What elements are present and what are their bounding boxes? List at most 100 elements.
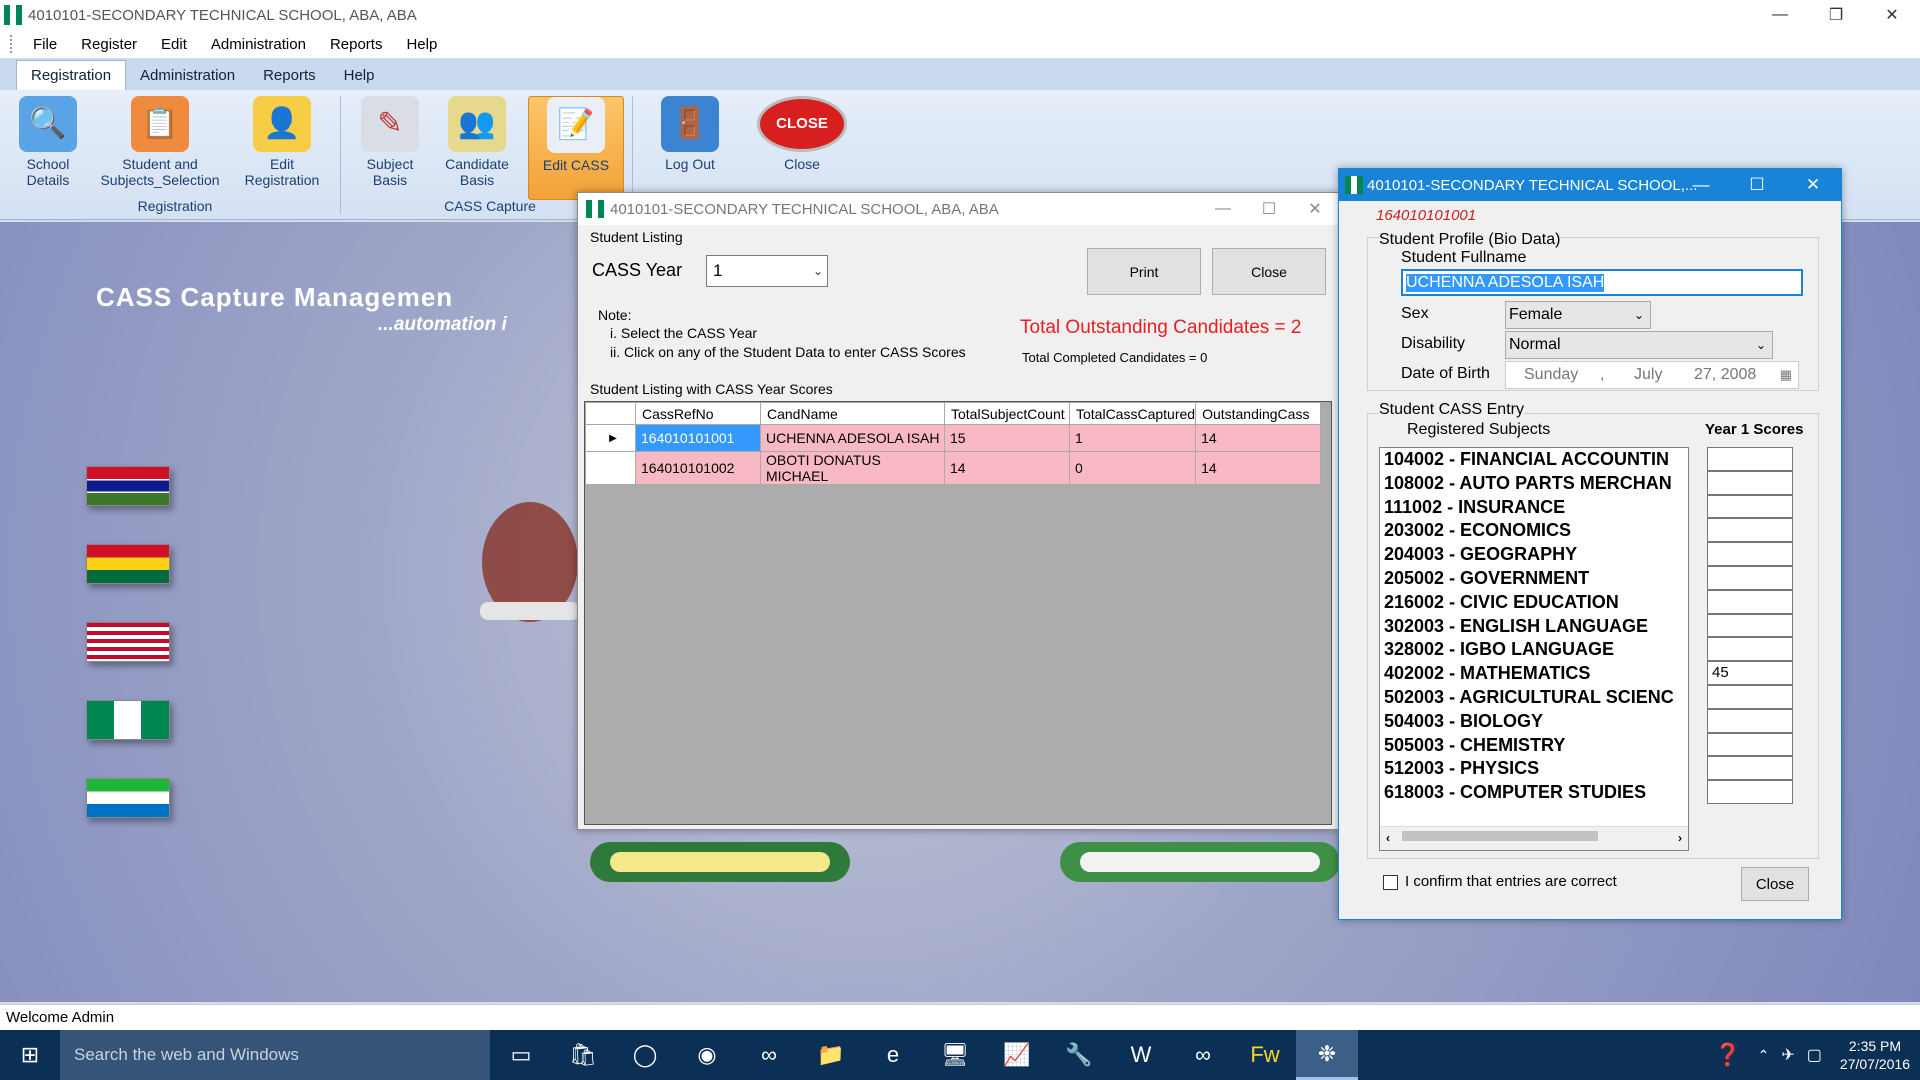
cell-totalcasscaptured[interactable]: 0: [1068, 451, 1197, 485]
list-item[interactable]: 512003 - PHYSICS: [1380, 757, 1688, 781]
network-app-icon[interactable]: 🖥: [924, 1030, 986, 1080]
edge-browser-icon[interactable]: e: [862, 1030, 924, 1080]
list-item[interactable]: 111002 - INSURANCE: [1380, 496, 1688, 520]
maximize-button[interactable]: ☐: [1246, 193, 1292, 225]
fullname-field[interactable]: UCHENNA ADESOLA ISAH: [1401, 269, 1803, 296]
fireworks-icon[interactable]: Fw: [1234, 1030, 1296, 1080]
tab-registration[interactable]: Registration: [16, 60, 127, 90]
column-header-cassrefno[interactable]: CassRefNo: [635, 402, 761, 425]
list-item[interactable]: 104002 - FINANCIAL ACCOUNTIN: [1380, 448, 1688, 472]
cell-totalsubjectcount[interactable]: 15: [944, 424, 1070, 452]
cass-year-select[interactable]: 1 ⌄: [706, 255, 828, 287]
score-input[interactable]: [1707, 470, 1793, 495]
menu-edit[interactable]: Edit: [149, 36, 199, 53]
scroll-right-icon[interactable]: ›: [1678, 827, 1682, 850]
minimize-button[interactable]: —: [1673, 169, 1729, 201]
tab-help[interactable]: Help: [330, 61, 389, 90]
cell-cassrefno[interactable]: 164010101001: [635, 424, 761, 452]
score-input[interactable]: [1707, 637, 1793, 662]
dob-picker[interactable]: Sunday , July 27, 2008 ▦: [1505, 361, 1799, 389]
cell-totalcasscaptured[interactable]: 1: [1068, 424, 1197, 452]
link-app-icon[interactable]: ∞: [1172, 1030, 1234, 1080]
airplane-icon[interactable]: ✈: [1781, 1045, 1794, 1065]
column-header-totalsubjectcount[interactable]: TotalSubjectCount: [944, 402, 1070, 425]
subject-basis-button[interactable]: ✎ Subject Basis: [350, 96, 430, 208]
list-item[interactable]: 502003 - AGRICULTURAL SCIENC: [1380, 686, 1688, 710]
list-item[interactable]: 328002 - IGBO LANGUAGE: [1380, 638, 1688, 662]
edit-registration-button[interactable]: 👤 Edit Registration: [240, 96, 324, 208]
profile-close-button[interactable]: Close: [1741, 867, 1809, 901]
candidate-basis-button[interactable]: 👥 Candidate Basis: [436, 96, 518, 208]
score-input[interactable]: [1707, 542, 1793, 566]
menu-reports[interactable]: Reports: [318, 36, 395, 53]
score-input[interactable]: [1707, 565, 1793, 590]
restore-button[interactable]: ❐: [1808, 0, 1864, 30]
score-input[interactable]: [1707, 684, 1793, 709]
cell-candname[interactable]: OBOTI DONATUS MICHAEL: [760, 451, 945, 485]
cell-totalsubjectcount[interactable]: 14: [944, 451, 1070, 485]
list-item[interactable]: 402002 - MATHEMATICS: [1380, 662, 1688, 686]
subjects-list[interactable]: 104002 - FINANCIAL ACCOUNTIN 108002 - AU…: [1379, 447, 1689, 851]
score-input[interactable]: [1707, 780, 1793, 804]
task-view-icon[interactable]: ▭: [490, 1030, 552, 1080]
taskbar-search-box[interactable]: Search the web and Windows: [60, 1030, 490, 1080]
score-input[interactable]: [1707, 518, 1793, 543]
column-header-totalcasscaptured[interactable]: TotalCassCaptured: [1068, 402, 1197, 425]
score-input[interactable]: [1707, 708, 1793, 733]
school-details-button[interactable]: 🔍 School Details: [10, 96, 86, 208]
close-window-button[interactable]: ✕: [1864, 0, 1920, 30]
cell-outstandingcass[interactable]: 14: [1195, 451, 1322, 485]
list-item[interactable]: 302003 - ENGLISH LANGUAGE: [1380, 615, 1688, 639]
maximize-button[interactable]: ☐: [1729, 169, 1785, 201]
column-header-outstandingcass[interactable]: OutstandingCass: [1195, 402, 1322, 425]
list-item[interactable]: 216002 - CIVIC EDUCATION: [1380, 591, 1688, 615]
menu-help[interactable]: Help: [394, 36, 449, 53]
minimize-button[interactable]: —: [1200, 193, 1246, 225]
tab-reports[interactable]: Reports: [249, 61, 330, 90]
cell-cassrefno[interactable]: 164010101002: [635, 451, 761, 485]
score-input[interactable]: [1707, 613, 1793, 638]
close-window-button[interactable]: ✕: [1785, 169, 1841, 201]
list-item[interactable]: 203002 - ECONOMICS: [1380, 519, 1688, 543]
table-row[interactable]: 164010101002 OBOTI DONATUS MICHAEL 14 0 …: [585, 451, 1322, 485]
windows-start-icon[interactable]: ⊞: [0, 1030, 60, 1080]
hp-icon[interactable]: ◯: [614, 1030, 676, 1080]
edit-cass-button[interactable]: 📝 Edit CASS: [528, 96, 624, 200]
scroll-left-icon[interactable]: ‹: [1386, 827, 1390, 850]
list-item[interactable]: 504003 - BIOLOGY: [1380, 710, 1688, 734]
minimize-button[interactable]: —: [1752, 0, 1808, 30]
confirm-checkbox[interactable]: [1383, 875, 1398, 890]
cass-app-icon[interactable]: ❉: [1296, 1030, 1358, 1080]
tab-administration[interactable]: Administration: [126, 61, 249, 90]
disability-select[interactable]: Normal ⌄: [1505, 331, 1773, 359]
store-icon[interactable]: 🛍: [552, 1030, 614, 1080]
column-header-candname[interactable]: CandName: [760, 402, 945, 425]
chart-app-icon[interactable]: 📈: [986, 1030, 1048, 1080]
menu-file[interactable]: File: [21, 36, 69, 53]
cell-candname[interactable]: UCHENNA ADESOLA ISAH: [760, 424, 945, 452]
score-input[interactable]: [1707, 589, 1793, 614]
list-item[interactable]: 204003 - GEOGRAPHY: [1380, 543, 1688, 567]
menu-administration[interactable]: Administration: [199, 36, 318, 53]
score-input[interactable]: [1707, 494, 1793, 519]
list-item[interactable]: 108002 - AUTO PARTS MERCHAN: [1380, 472, 1688, 496]
file-explorer-icon[interactable]: 📁: [800, 1030, 862, 1080]
notifications-icon[interactable]: ▢: [1807, 1045, 1822, 1065]
student-subjects-selection-button[interactable]: 📋 Student and Subjects_Selection: [100, 96, 220, 208]
scrollbar-thumb[interactable]: [1402, 831, 1598, 842]
sex-select[interactable]: Female ⌄: [1505, 301, 1651, 329]
word-icon[interactable]: W: [1110, 1030, 1172, 1080]
score-input[interactable]: [1707, 447, 1793, 471]
list-item[interactable]: 505003 - CHEMISTRY: [1380, 734, 1688, 758]
chevron-up-icon[interactable]: ⌃: [1758, 1047, 1770, 1064]
listing-close-button[interactable]: Close: [1212, 248, 1326, 295]
taskbar-clock[interactable]: 2:35 PM 27/07/2016: [1840, 1037, 1910, 1073]
print-button[interactable]: Print: [1087, 248, 1201, 295]
score-input[interactable]: [1707, 732, 1793, 757]
cell-outstandingcass[interactable]: 14: [1195, 424, 1322, 452]
menu-register[interactable]: Register: [69, 36, 149, 53]
horizontal-scrollbar[interactable]: ‹ ›: [1380, 826, 1688, 850]
help-icon[interactable]: ❓: [1714, 1042, 1741, 1068]
score-input[interactable]: 45: [1707, 661, 1793, 685]
chrome-icon[interactable]: ◉: [676, 1030, 738, 1080]
